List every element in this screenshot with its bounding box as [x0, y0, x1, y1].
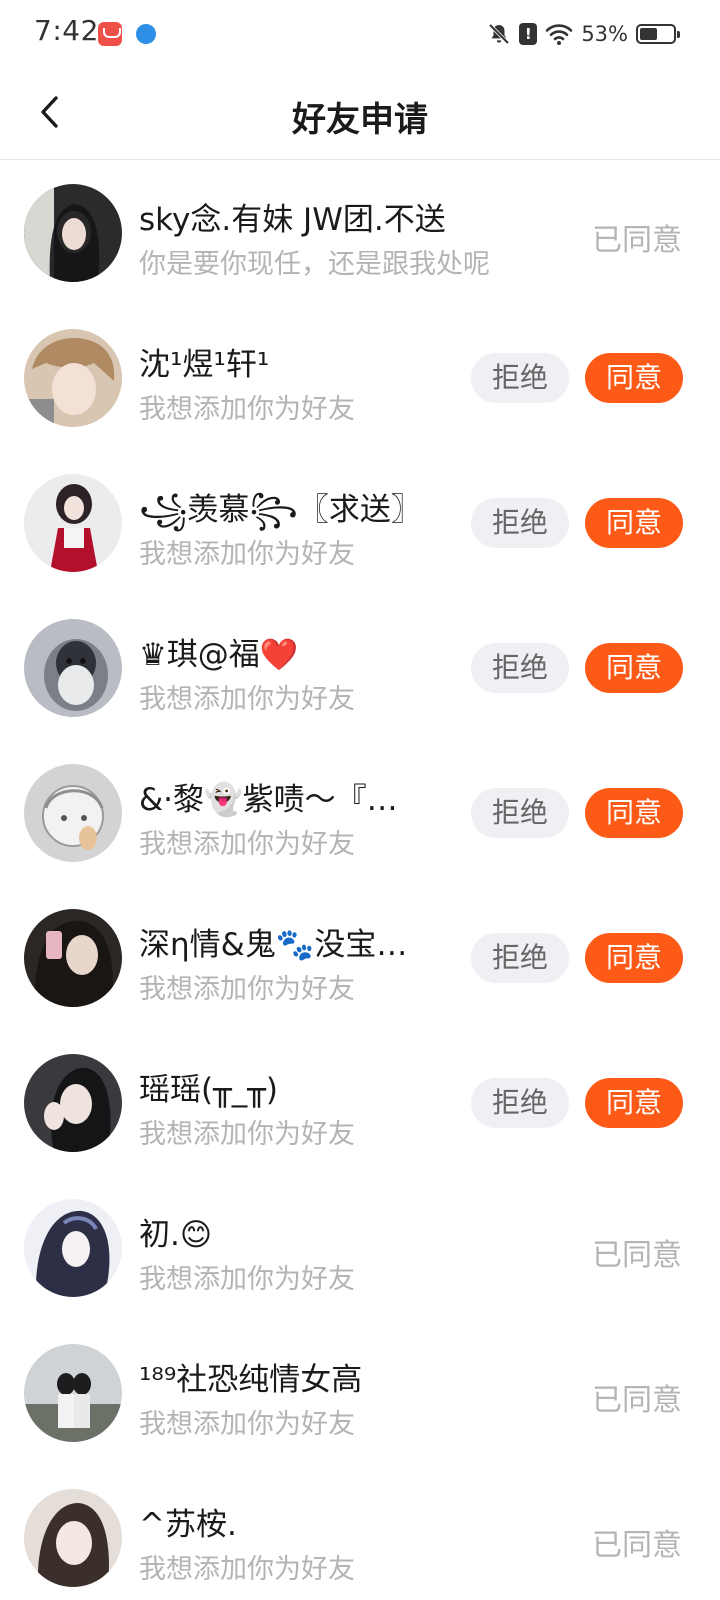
accepted-status-label: 已同意 — [592, 223, 682, 258]
request-row[interactable]: 深η情&鬼🐾没宝… 我想添加你为好友 拒绝 同意 — [0, 887, 720, 1032]
request-message: 我想添加你为好友 — [139, 1264, 355, 1295]
status-time: 7:42 — [34, 14, 99, 47]
request-name: 初.😊 — [139, 1217, 213, 1253]
request-row[interactable]: 初.😊 我想添加你为好友 已同意 — [0, 1177, 720, 1322]
reject-button[interactable]: 拒绝 — [471, 788, 569, 838]
battery-fill — [640, 28, 657, 40]
page-header: 好友申请 — [0, 68, 720, 160]
accept-button[interactable]: 同意 — [585, 933, 683, 983]
accept-button[interactable]: 同意 — [585, 788, 683, 838]
request-name: ¹⁸⁹社恐纯情女高 — [139, 1362, 363, 1398]
battery-icon — [636, 24, 680, 44]
avatar[interactable] — [24, 909, 122, 1007]
request-name: 深η情&鬼🐾没宝… — [139, 927, 408, 963]
request-row[interactable]: ^苏桉. 我想添加你为好友 已同意 — [0, 1467, 720, 1600]
request-name: sky念.有妹 JW团.不送 — [139, 202, 446, 238]
request-row[interactable]: sky念.有妹 JW团.不送 你是要你现任，还是跟我处呢 已同意 — [0, 162, 720, 307]
reject-button[interactable]: 拒绝 — [471, 498, 569, 548]
reject-button[interactable]: 拒绝 — [471, 1078, 569, 1128]
avatar[interactable] — [24, 764, 122, 862]
bell-off-icon — [489, 23, 510, 45]
request-row[interactable]: &·黎👻紫啧～『… 我想添加你为好友 拒绝 同意 — [0, 742, 720, 887]
request-message: 我想添加你为好友 — [139, 1409, 355, 1440]
battery-percent: 53% — [581, 22, 628, 46]
accepted-status-label: 已同意 — [592, 1383, 682, 1418]
avatar[interactable] — [24, 1199, 122, 1297]
avatar[interactable] — [24, 329, 122, 427]
request-message: 我想添加你为好友 — [139, 1554, 355, 1585]
avatar[interactable] — [24, 1489, 122, 1587]
friend-request-list: sky念.有妹 JW团.不送 你是要你现任，还是跟我处呢 已同意 沈¹煜¹轩¹ … — [0, 162, 720, 1600]
request-row[interactable]: ꧁羡慕꧂〖求送〗 我想添加你为好友 拒绝 同意 — [0, 452, 720, 597]
wifi-icon — [546, 24, 573, 45]
status-icons: ! 53% — [487, 18, 680, 50]
accept-button[interactable]: 同意 — [585, 643, 683, 693]
request-name: &·黎👻紫啧～『… — [139, 782, 398, 818]
browser-app-icon — [136, 24, 156, 44]
accept-button[interactable]: 同意 — [585, 498, 683, 548]
request-row[interactable]: ♛琪@福❤️ 我想添加你为好友 拒绝 同意 — [0, 597, 720, 742]
request-name: ♛琪@福❤️ — [139, 637, 299, 673]
avatar[interactable] — [24, 619, 122, 717]
request-row[interactable]: 瑶瑶(╥_╥) 我想添加你为好友 拒绝 同意 — [0, 1032, 720, 1177]
avatar[interactable] — [24, 1344, 122, 1442]
page-title: 好友申请 — [292, 100, 428, 140]
alert-icon: ! — [519, 23, 538, 45]
accepted-status-label: 已同意 — [592, 1528, 682, 1563]
accept-button[interactable]: 同意 — [585, 353, 683, 403]
accept-button[interactable]: 同意 — [585, 1078, 683, 1128]
request-row[interactable]: ¹⁸⁹社恐纯情女高 我想添加你为好友 已同意 — [0, 1322, 720, 1467]
accepted-status-label: 已同意 — [592, 1238, 682, 1273]
request-name: ^苏桉. — [139, 1507, 237, 1543]
avatar[interactable] — [24, 184, 122, 282]
avatar[interactable] — [24, 474, 122, 572]
request-name: 瑶瑶(╥_╥) — [139, 1072, 279, 1108]
request-name: 沈¹煜¹轩¹ — [139, 347, 270, 383]
reject-button[interactable]: 拒绝 — [471, 353, 569, 403]
request-row[interactable]: 沈¹煜¹轩¹ 我想添加你为好友 拒绝 同意 — [0, 307, 720, 452]
shopping-bag-app-icon — [98, 22, 122, 46]
avatar[interactable] — [24, 1054, 122, 1152]
reject-button[interactable]: 拒绝 — [471, 933, 569, 983]
reject-button[interactable]: 拒绝 — [471, 643, 569, 693]
request-message: 你是要你现任，还是跟我处呢 — [139, 249, 490, 280]
status-bar: 7:42 ! 53% — [0, 0, 720, 68]
